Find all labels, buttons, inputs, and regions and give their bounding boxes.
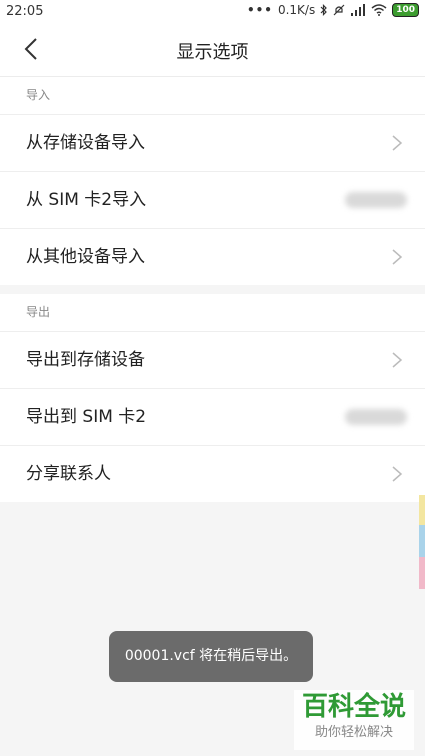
export-to-storage[interactable]: 导出到存储设备 [0,332,425,389]
network-speed: 0.1K/s [277,3,316,17]
chevron-right-icon [392,135,403,151]
export-section-label: 导出 [0,294,425,332]
chevron-right-icon [392,352,403,368]
import-section: 导入 从存储设备导入 从 SIM 卡2导入 从其他设备导入 [0,77,425,285]
import-from-sim2[interactable]: 从 SIM 卡2导入 [0,172,425,229]
more-dots-icon: ••• [246,3,273,17]
app-header: 显示选项 [0,24,425,77]
edge-decoration-yellow [419,495,425,525]
mute-icon [333,4,345,16]
toast-message: 00001.vcf 将在稍后导出。 [109,631,313,682]
row-label: 从其他设备导入 [26,247,145,267]
battery-icon: 100 [392,3,419,17]
watermark-sub: 助你轻松解决 [314,725,393,740]
row-label: 从存储设备导入 [26,133,145,153]
blurred-value [345,192,407,208]
share-contacts[interactable]: 分享联系人 [0,446,425,502]
edge-decoration-blue [419,525,425,557]
chevron-right-icon [392,249,403,265]
export-section: 导出 导出到存储设备 导出到 SIM 卡2 分享联系人 [0,294,425,502]
signal-icon [351,4,366,16]
status-bar: 22:05 ••• 0.1K/s 100 [0,0,425,24]
import-from-storage[interactable]: 从存储设备导入 [0,115,425,172]
row-label: 从 SIM 卡2导入 [26,190,147,210]
row-label: 导出到 SIM 卡2 [26,407,147,427]
watermark-main: 百科全说 [301,692,406,722]
wifi-icon [371,4,387,16]
row-label: 分享联系人 [26,464,111,484]
status-time: 22:05 [6,4,44,19]
status-icons: ••• 0.1K/s 100 [247,3,419,17]
row-label: 导出到存储设备 [26,350,145,370]
chevron-right-icon [392,466,403,482]
bluetooth-icon [320,4,328,16]
import-section-label: 导入 [0,77,425,115]
blurred-value [345,409,407,425]
edge-decoration-pink [419,557,425,589]
page-title: 显示选项 [176,42,249,63]
export-to-sim2[interactable]: 导出到 SIM 卡2 [0,389,425,446]
watermark-logo: 百科全说 助你轻松解决 [294,690,414,750]
import-from-other-device[interactable]: 从其他设备导入 [0,229,425,285]
